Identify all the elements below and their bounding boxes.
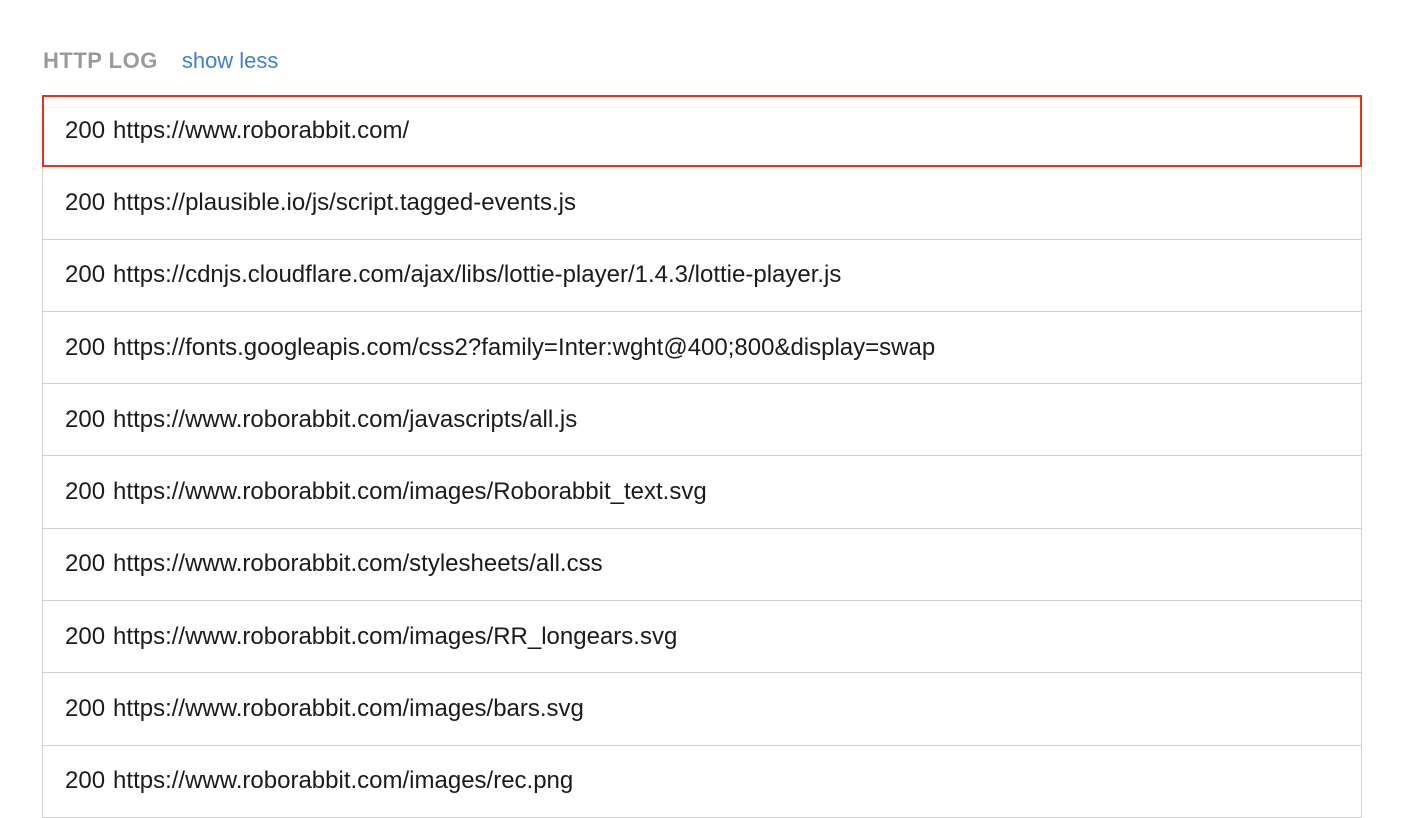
log-url: https://www.roborabbit.com/ bbox=[113, 117, 410, 145]
log-status-code: 200 bbox=[65, 478, 106, 506]
log-url: https://www.roborabbit.com/javascripts/a… bbox=[113, 405, 578, 433]
log-url: https://www.roborabbit.com/images/Robora… bbox=[113, 478, 707, 506]
log-url: https://fonts.googleapis.com/css2?family… bbox=[113, 333, 936, 361]
show-less-link[interactable]: show less bbox=[182, 48, 279, 74]
log-url: https://plausible.io/js/script.tagged-ev… bbox=[113, 188, 576, 216]
http-log-list: 200 https://www.roborabbit.com/ 200 http… bbox=[42, 95, 1362, 818]
http-log-header: HTTP LOG show less bbox=[43, 44, 278, 78]
log-status-code: 200 bbox=[65, 767, 106, 795]
log-status-code: 200 bbox=[65, 622, 106, 650]
log-entry[interactable]: 200 https://www.roborabbit.com/styleshee… bbox=[42, 528, 1362, 602]
log-entry[interactable]: 200 https://www.roborabbit.com/images/RR… bbox=[42, 601, 1362, 674]
log-entry[interactable]: 200 https://plausible.io/js/script.tagge… bbox=[42, 167, 1362, 240]
http-log-title: HTTP LOG bbox=[43, 48, 158, 73]
log-entry[interactable]: 200 https://www.roborabbit.com/images/Ro… bbox=[42, 456, 1362, 529]
log-entry[interactable]: 200 https://www.roborabbit.com/ bbox=[42, 95, 1362, 168]
log-url: https://www.roborabbit.com/images/bars.s… bbox=[113, 695, 584, 723]
log-entry[interactable]: 200 https://www.roborabbit.com/images/ba… bbox=[42, 673, 1362, 746]
log-status-code: 200 bbox=[65, 695, 106, 723]
log-status-code: 200 bbox=[65, 405, 106, 433]
log-status-code: 200 bbox=[65, 117, 106, 145]
http-log-panel: HTTP LOG show less 200 https://www.robor… bbox=[0, 0, 1402, 818]
log-entry[interactable]: 200 https://cdnjs.cloudflare.com/ajax/li… bbox=[42, 239, 1362, 312]
log-url: https://cdnjs.cloudflare.com/ajax/libs/l… bbox=[113, 261, 842, 289]
log-entry[interactable]: 200 https://www.roborabbit.com/javascrip… bbox=[42, 384, 1362, 457]
log-status-code: 200 bbox=[65, 261, 106, 289]
log-url: https://www.roborabbit.com/images/rec.pn… bbox=[113, 767, 574, 795]
log-status-code: 200 bbox=[65, 333, 106, 361]
log-status-code: 200 bbox=[65, 550, 106, 578]
log-entry[interactable]: 200 https://fonts.googleapis.com/css2?fa… bbox=[42, 311, 1362, 385]
log-entry[interactable]: 200 https://www.roborabbit.com/images/re… bbox=[42, 745, 1362, 818]
log-status-code: 200 bbox=[65, 188, 106, 216]
log-url: https://www.roborabbit.com/images/RR_lon… bbox=[113, 622, 678, 650]
log-url: https://www.roborabbit.com/stylesheets/a… bbox=[113, 550, 603, 578]
